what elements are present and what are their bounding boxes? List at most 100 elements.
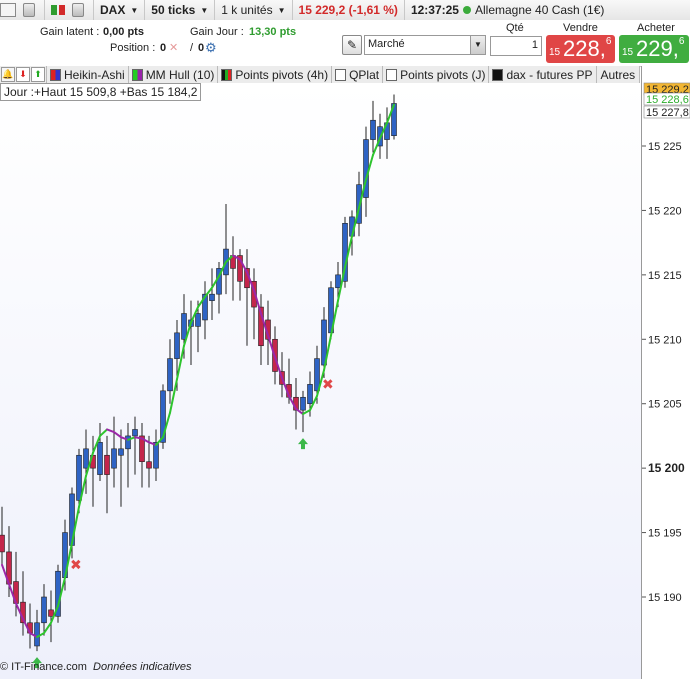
disclaimer-text: Données indicatives	[93, 661, 192, 673]
indicator-tools: 🔔 ⬇ ⬆	[0, 66, 47, 83]
axis-tick-label: 15 190	[648, 592, 682, 604]
sell-price-sup: 6	[605, 36, 612, 47]
instrument-label: DAX	[100, 3, 126, 17]
axis-tick-label: 15 200	[648, 461, 685, 475]
units-select[interactable]: 1 k unités ▼	[215, 0, 293, 20]
indicator-label: dax - futures PP	[506, 67, 593, 82]
qty-input[interactable]: 1	[490, 36, 542, 56]
candle-body	[195, 313, 201, 327]
buy-price: 229,6	[636, 36, 684, 62]
checkbox-icon	[335, 68, 347, 81]
buy-price-sup: 6	[678, 36, 685, 47]
sell-button[interactable]: 15 228,6	[546, 35, 615, 63]
window-icon[interactable]	[23, 3, 35, 17]
axis-tick-label: 15 195	[648, 528, 682, 540]
hull-ma-segment	[113, 431, 122, 439]
axis-tick-label: 15 215	[648, 270, 682, 282]
units-label: 1 k unités	[221, 3, 273, 17]
arrow-down-icon[interactable]: ⬇	[16, 67, 30, 82]
buy-button[interactable]: 15 229,6	[619, 35, 689, 63]
candle-body	[34, 622, 40, 647]
instrument-select[interactable]: DAX ▼	[94, 0, 146, 20]
candle-body	[83, 448, 89, 469]
buy-signal-arrow-icon	[298, 438, 308, 450]
order-type-value: Marché	[368, 38, 405, 50]
candle-body	[76, 454, 82, 501]
wrench-icon[interactable]: ✎	[342, 35, 362, 55]
hull-ma-segment	[43, 621, 52, 635]
hull-ma-segment	[134, 436, 143, 440]
bell-icon[interactable]: 🔔	[1, 67, 15, 82]
day-range-info: Jour :+Haut 15 509,8 +Bas 15 184,2	[0, 83, 202, 101]
source-text: © IT-Finance.com	[0, 661, 87, 673]
position-separator: /	[190, 42, 194, 54]
indicator-label: MM Hull (10)	[145, 67, 215, 82]
color-swatch-icon	[492, 68, 504, 81]
indicator-label: Points pivots (J)	[400, 67, 486, 82]
candle-body	[153, 442, 159, 469]
candle-body	[174, 332, 180, 359]
candle-body	[209, 293, 215, 301]
hull-ma-segment	[106, 428, 115, 434]
candle-body	[111, 448, 117, 469]
candle-body	[48, 609, 54, 617]
top-toolbar: DAX ▼ 50 ticks ▼ 1 k unités ▼ 15 229,2 (…	[0, 0, 690, 21]
gain-jour-label: Gain Jour :	[190, 26, 244, 38]
indicator-label: QPlat	[349, 67, 380, 82]
chart-area[interactable]: ✖ ✖	[0, 83, 641, 679]
color-swatch-icon	[50, 68, 61, 81]
indicator-dax-futures[interactable]: dax - futures PP	[489, 66, 597, 83]
qty-value: 1	[531, 39, 538, 51]
candle-body	[335, 274, 341, 289]
indicator-heikin-ashi[interactable]: Heikin-Ashi	[47, 66, 129, 83]
close-position-icon[interactable]: ✕	[169, 41, 178, 54]
indicator-pivots-j[interactable]: Points pivots (J)	[383, 66, 490, 83]
price-tag-label: 15 227,8	[646, 107, 689, 119]
candle-body	[370, 119, 376, 140]
indicator-bar: 🔔 ⬇ ⬆ Heikin-Ashi MM Hull (10) Points pi…	[0, 66, 641, 84]
grid-icon[interactable]	[0, 3, 16, 17]
buy-price-main: 229,	[636, 36, 679, 61]
clock-time: 12:37:25	[410, 3, 459, 17]
qty-label: Qté	[506, 22, 524, 34]
settings-gear-icon[interactable]: ⚙	[205, 40, 217, 56]
candle-body	[41, 596, 47, 624]
axis-tick-label: 15 210	[648, 334, 682, 346]
hull-ma-segment	[99, 428, 108, 437]
axis-tick-label: 15 205	[648, 399, 682, 411]
position-label: Position :	[110, 42, 156, 54]
price-axis[interactable]: 15 190 15 195 15 200 15 205 15 210 15 215 15 2…	[641, 66, 690, 679]
arrow-up-icon[interactable]: ⬆	[31, 67, 45, 82]
bar-green-icon[interactable]	[51, 5, 57, 15]
candle-body	[132, 429, 138, 437]
candle-body	[307, 384, 313, 405]
position-value: 0	[160, 42, 167, 54]
price-chart[interactable]: ✖✖	[0, 83, 641, 679]
buy-price-prefix: 15	[622, 47, 634, 58]
candle-body	[167, 358, 173, 392]
sell-price-main: 228,	[563, 36, 606, 61]
color-swatch-icon	[131, 68, 143, 81]
candle-body	[118, 448, 124, 456]
checkbox-icon	[386, 68, 398, 81]
footer-credits: © IT-Finance.com Données indicatives	[0, 661, 191, 673]
tool-icons	[45, 0, 94, 20]
lock-icon[interactable]	[72, 3, 84, 17]
order-type-select[interactable]: Marché ▼	[364, 35, 486, 55]
indicator-hull[interactable]: MM Hull (10)	[129, 66, 219, 83]
candle-body	[181, 313, 187, 340]
gain-latent-label: Gain latent :	[40, 26, 100, 38]
sell-price: 228,6	[563, 36, 611, 62]
price-tag-label: 15 228,6	[646, 94, 689, 106]
hull-ma-segment	[372, 137, 381, 157]
buy-label: Acheter	[637, 22, 675, 34]
ticks-select[interactable]: 50 ticks ▼	[145, 0, 216, 20]
market-status: Allemagne 40 Cash (1€)	[461, 0, 610, 20]
indicator-label: Points pivots (4h)	[235, 67, 329, 82]
indicator-qplat[interactable]: QPlat	[332, 66, 384, 83]
bar-red-icon[interactable]	[59, 5, 65, 15]
gain-jour-value: 13,30 pts	[249, 26, 297, 38]
indicator-pivots-4h[interactable]: Points pivots (4h)	[218, 66, 333, 83]
indicator-others[interactable]: Autres	[597, 66, 641, 83]
hull-ma-segment	[302, 409, 311, 416]
